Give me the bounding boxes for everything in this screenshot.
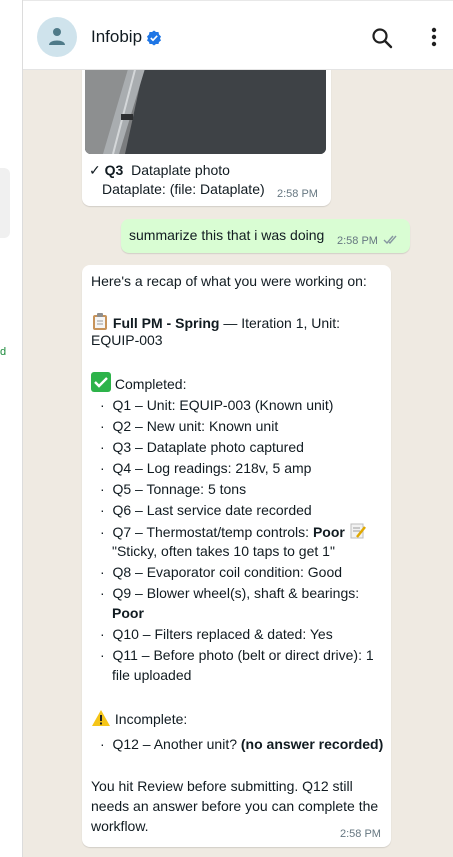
message-time: 2:58 PM: [277, 188, 318, 200]
more-vertical-icon[interactable]: [431, 27, 437, 47]
list-item: · Q8 – Evaporator coil condition: Good: [100, 564, 343, 580]
q9-rating: Poor: [112, 604, 144, 622]
photo-message[interactable]: ✓ Q3 Dataplate photo Dataplate: (file: D…: [82, 62, 331, 206]
list-item-text: Q2 – New unit: Known unit: [112, 418, 279, 434]
footer-line: needs an answer before you can complete …: [91, 798, 379, 814]
list-item-text: Q4 – Log readings: 218v, 5 amp: [112, 460, 312, 476]
list-item-text: Q10 – Filters replaced & dated: Yes: [112, 626, 333, 642]
contact-name[interactable]: Infobip: [91, 27, 142, 47]
list-item-text: Q6 – Last service date recorded: [112, 502, 312, 518]
photo-title: Dataplate photo: [131, 162, 230, 178]
recap-message[interactable]: Here's a recap of what you were working …: [82, 265, 391, 847]
incomplete-label: Incomplete:: [114, 711, 188, 727]
list-item-text: Q3 – Dataplate photo captured: [112, 439, 304, 455]
completed-label: Completed:: [114, 376, 187, 392]
outgoing-message[interactable]: summarize this that i was doing 2:58 PM: [121, 219, 410, 253]
q7-rating: Poor: [312, 524, 345, 540]
list-item-text: Q12 – Another unit?: [112, 736, 241, 752]
avatar[interactable]: [37, 17, 77, 57]
warning-icon: [92, 710, 110, 726]
job-rest: — Iteration 1, Unit:: [219, 315, 341, 331]
search-icon[interactable]: [371, 27, 393, 49]
memo-icon: [350, 523, 366, 539]
list-item: · Q2 – New unit: Known unit: [100, 418, 279, 434]
message-time: 2:58 PM: [340, 828, 381, 840]
list-item: · Q1 – Unit: EQUIP-003 (Known unit): [100, 397, 334, 413]
job-title: Full PM - Spring: [112, 315, 220, 331]
sidebar-partial-text: d: [0, 346, 7, 358]
list-item-text: Q5 – Tonnage: 5 tons: [112, 481, 247, 497]
job-line-2: EQUIP-003: [91, 332, 163, 348]
sidebar-partial: d: [0, 0, 23, 857]
list-item-text: Q9 – Blower wheel(s), shaft & bearings:: [112, 585, 360, 601]
incomplete-heading: Incomplete:: [91, 709, 187, 728]
list-item: · Q4 – Log readings: 218v, 5 amp: [100, 460, 312, 476]
clipboard-icon: [93, 313, 107, 330]
list-item: · Q9 – Blower wheel(s), shaft & bearings…: [100, 585, 360, 601]
list-item: · Q7 – Thermostat/temp controls: Poor: [100, 522, 367, 541]
footer-line: workflow.: [91, 818, 149, 834]
check-mark-icon: [91, 372, 111, 392]
list-item-text: Q7 – Thermostat/temp controls:: [112, 524, 313, 540]
list-item-text: Q8 – Evaporator coil condition: Good: [112, 564, 343, 580]
sidebar-card[interactable]: [0, 168, 10, 238]
list-item: · Q11 – Before photo (belt or direct dri…: [100, 647, 374, 663]
list-item-text: Q1 – Unit: EQUIP-003 (Known unit): [112, 397, 334, 413]
q7-quote: "Sticky, often takes 10 taps to get 1": [112, 543, 335, 559]
check-mark-icon: ✓: [89, 162, 101, 178]
q12-status: (no answer recorded): [240, 736, 384, 752]
list-item: · Q3 – Dataplate photo captured: [100, 439, 304, 455]
double-check-icon: [383, 235, 397, 245]
list-item: · Q12 – Another unit? (no answer recorde…: [100, 736, 384, 752]
list-item: · Q10 – Filters replaced & dated: Yes: [100, 626, 333, 642]
recap-intro: Here's a recap of what you were working …: [91, 273, 367, 289]
outgoing-message-text: summarize this that i was doing: [129, 227, 325, 243]
chat-panel: ✓ Q3 Dataplate photo Dataplate: (file: D…: [23, 0, 453, 857]
completed-heading: Completed:: [91, 372, 186, 393]
footer-line: You hit Review before submitting. Q12 st…: [91, 778, 353, 794]
photo-caption-detail: Dataplate: (file: Dataplate): [102, 181, 265, 197]
q11-continued: file uploaded: [112, 667, 192, 683]
dataplate-photo[interactable]: [85, 62, 326, 154]
chat-header: Infobip: [23, 0, 453, 70]
q9-rating-text: Poor: [112, 605, 144, 621]
photo-question-label: Q3: [104, 162, 124, 178]
list-item: · Q6 – Last service date recorded: [100, 502, 312, 518]
verified-badge-icon: [147, 30, 161, 46]
message-time: 2:58 PM: [337, 235, 378, 247]
job-line: Full PM - Spring — Iteration 1, Unit:: [91, 312, 340, 332]
list-item: · Q5 – Tonnage: 5 tons: [100, 481, 247, 497]
list-item-text: Q11 – Before photo (belt or direct drive…: [112, 647, 374, 663]
photo-caption-title: ✓ Q3 Dataplate photo: [89, 162, 230, 179]
person-icon: [49, 28, 65, 45]
